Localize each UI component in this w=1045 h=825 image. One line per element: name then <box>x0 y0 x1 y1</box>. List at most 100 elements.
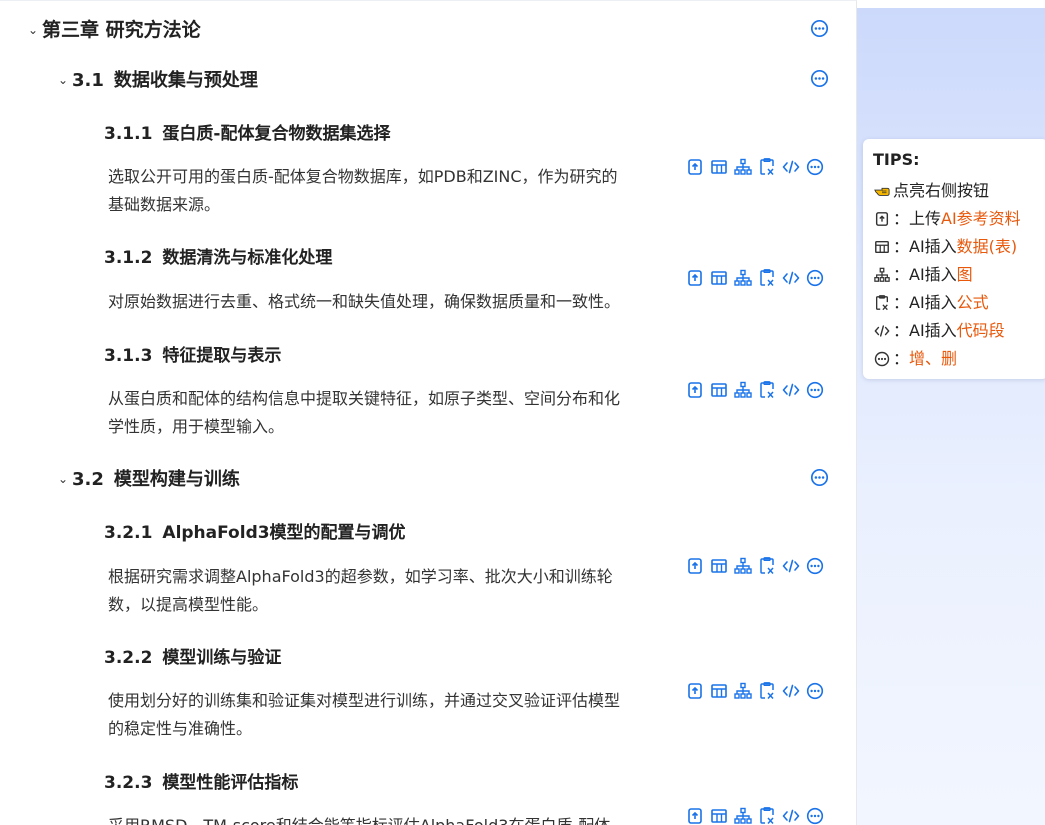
subsection-title: 蛋白质-配体复合物数据集选择 <box>162 124 391 144</box>
upload-file-icon[interactable] <box>686 381 704 399</box>
diagram-icon[interactable] <box>734 682 752 700</box>
tips-card: TIPS: 点亮右侧按钮 ：上传 AI参考资料 ：AI插入 数据(表) ：AI插入图：A… <box>863 139 1045 379</box>
section-number: 3.2 <box>72 469 104 490</box>
formula-icon[interactable] <box>758 269 776 287</box>
subsection-heading-row: 3.2.1 AlphaFold3模型的配置与调优 <box>104 518 704 543</box>
subsection-title: AlphaFold3模型的配置与调优 <box>162 523 406 543</box>
code-icon[interactable] <box>782 269 800 287</box>
more-icon <box>873 350 891 368</box>
table-icon[interactable] <box>710 807 728 825</box>
upload-file-icon <box>873 210 891 228</box>
code-icon[interactable] <box>782 557 800 575</box>
tip-prefix: ： <box>893 349 910 368</box>
paragraph-line: 根据研究需求调整AlphaFold3的超参数，如学习率、批次大小和训练轮 <box>108 567 613 586</box>
section-title: 模型构建与训练 <box>113 469 240 490</box>
tip-highlight: 公式 <box>956 293 989 312</box>
table-icon[interactable] <box>710 381 728 399</box>
table-icon[interactable] <box>710 269 728 287</box>
formula-icon[interactable] <box>758 807 776 825</box>
subsection-title: 模型训练与验证 <box>162 648 282 668</box>
subsection-number: 3.2.3 <box>104 773 153 793</box>
upload-file-icon[interactable] <box>686 807 704 825</box>
formula-icon[interactable] <box>758 158 776 176</box>
subsection-heading-row: 3.1.3 特征提取与表示 <box>104 341 704 366</box>
pointing-hand-icon <box>873 182 891 200</box>
paragraph-line: 采用RMSD、TM-score和结合能等指标评估AlphaFold3在蛋白质-配… <box>108 812 673 825</box>
subsection-paragraph: 选取公开可用的蛋白质-配体复合物数据库，如PDB和ZINC，作为研究的 基础数据… <box>108 163 673 219</box>
tip-prefix: ：AI插入 <box>893 321 957 340</box>
action-toolbar <box>686 682 824 700</box>
more-icon[interactable] <box>810 69 829 88</box>
diagram-icon[interactable] <box>734 557 752 575</box>
subsection-number: 3.1.1 <box>104 124 153 144</box>
subsection-paragraph: 采用RMSD、TM-score和结合能等指标评估AlphaFold3在蛋白质-配… <box>108 812 673 825</box>
table-icon[interactable] <box>710 682 728 700</box>
code-icon[interactable] <box>782 158 800 176</box>
chevron-down-icon[interactable]: ⌄ <box>58 73 72 87</box>
subsection-number: 3.1.2 <box>104 248 153 268</box>
more-icon[interactable] <box>806 557 824 575</box>
section-number: 3.1 <box>72 70 104 91</box>
tip-highlight: 增、删 <box>909 349 958 368</box>
action-toolbar <box>686 557 824 575</box>
paragraph-line: 对原始数据进行去重、格式统一和缺失值处理，确保数据质量和一致性。 <box>108 292 621 311</box>
subsection-title: 模型性能评估指标 <box>162 773 299 793</box>
table-icon[interactable] <box>710 158 728 176</box>
more-icon[interactable] <box>806 381 824 399</box>
more-icon[interactable] <box>806 807 824 825</box>
more-icon[interactable] <box>806 269 824 287</box>
subsection-title: 数据清洗与标准化处理 <box>162 248 333 268</box>
subsection-title: 特征提取与表示 <box>162 346 282 366</box>
more-icon[interactable] <box>810 468 829 487</box>
more-icon[interactable] <box>806 682 824 700</box>
code-icon <box>873 322 891 340</box>
formula-icon[interactable] <box>758 557 776 575</box>
paragraph-line: 数，以提高模型性能。 <box>108 595 269 614</box>
action-toolbar <box>686 381 824 399</box>
chevron-down-icon[interactable]: ⌄ <box>58 472 72 486</box>
section-heading-row: ⌄ 3.1 数据收集与预处理 <box>58 66 758 92</box>
tip-row: ：AI插入 数据(表) <box>873 233 1045 261</box>
more-icon[interactable] <box>810 19 829 38</box>
upload-file-icon[interactable] <box>686 682 704 700</box>
diagram-icon[interactable] <box>734 269 752 287</box>
diagram-icon[interactable] <box>734 807 752 825</box>
action-toolbar <box>686 807 824 825</box>
code-icon[interactable] <box>782 682 800 700</box>
diagram-icon[interactable] <box>734 381 752 399</box>
tips-intro-row: 点亮右侧按钮 <box>873 177 1045 205</box>
action-toolbar <box>686 158 824 176</box>
paragraph-line: 学性质，用于模型输入。 <box>108 417 285 436</box>
more-icon[interactable] <box>806 158 824 176</box>
chevron-down-icon[interactable]: ⌄ <box>28 23 42 37</box>
code-icon[interactable] <box>782 381 800 399</box>
formula-icon[interactable] <box>758 682 776 700</box>
tip-row: ：上传 AI参考资料 <box>873 205 1045 233</box>
tip-highlight: 代码段 <box>956 321 1005 340</box>
upload-file-icon[interactable] <box>686 269 704 287</box>
diagram-icon <box>873 266 891 284</box>
subsection-number: 3.2.2 <box>104 648 153 668</box>
tip-highlight: AI参考资料 <box>941 209 1021 228</box>
code-icon[interactable] <box>782 807 800 825</box>
paragraph-line: 使用划分好的训练集和验证集对模型进行训练，并通过交叉验证评估模型 <box>108 691 621 710</box>
subsection-heading-row: 3.1.1 蛋白质-配体复合物数据集选择 <box>104 119 704 144</box>
tip-prefix: ：AI插入 <box>893 293 957 312</box>
subsection-heading-row: 3.1.2 数据清洗与标准化处理 <box>104 243 704 268</box>
table-icon <box>873 238 891 256</box>
tip-row: ：AI插入 代码段 <box>873 317 1045 345</box>
paragraph-line: 从蛋白质和配体的结构信息中提取关键特征，如原子类型、空间分布和化 <box>108 389 621 408</box>
formula-icon[interactable] <box>758 381 776 399</box>
upload-file-icon[interactable] <box>686 158 704 176</box>
table-icon[interactable] <box>710 557 728 575</box>
upload-file-icon[interactable] <box>686 557 704 575</box>
subsection-paragraph: 从蛋白质和配体的结构信息中提取关键特征，如原子类型、空间分布和化 学性质，用于模… <box>108 385 673 441</box>
subsection-heading-row: 3.2.3 模型性能评估指标 <box>104 768 704 793</box>
tip-row: ：AI插入 公式 <box>873 289 1045 317</box>
subsection-number: 3.2.1 <box>104 523 153 543</box>
tip-prefix: ：AI插入 <box>893 237 957 256</box>
subsection-paragraph: 对原始数据进行去重、格式统一和缺失值处理，确保数据质量和一致性。 <box>108 288 673 316</box>
paragraph-line: 基础数据来源。 <box>108 195 221 214</box>
formula-icon <box>873 294 891 312</box>
diagram-icon[interactable] <box>734 158 752 176</box>
